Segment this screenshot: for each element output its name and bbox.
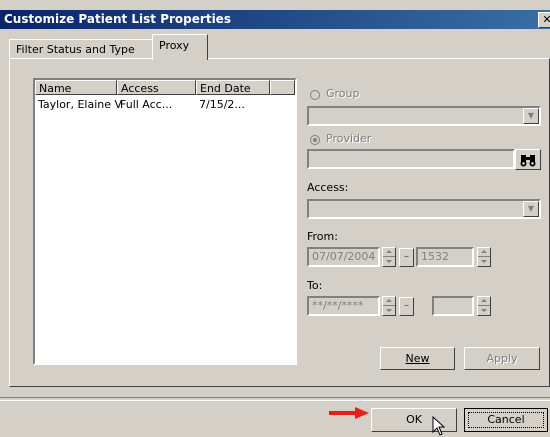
to-time-field[interactable]	[432, 296, 474, 316]
access-combo[interactable]: ▼	[307, 199, 541, 219]
from-time-field[interactable]: 1532	[416, 247, 474, 267]
provider-field[interactable]	[307, 149, 515, 169]
column-header-end-date[interactable]: End Date	[196, 80, 270, 95]
to-date-spinner[interactable]	[382, 296, 396, 316]
cell-end-date: 7/15/2...	[199, 98, 245, 111]
tab-label: Proxy	[159, 39, 190, 52]
new-button[interactable]: New	[380, 347, 455, 370]
apply-button-label: Apply	[486, 352, 518, 365]
column-header-access[interactable]: Access	[117, 80, 196, 95]
tab-filter-status-and-type[interactable]: Filter Status and Type	[9, 39, 154, 59]
from-date-field[interactable]: 07/07/2004	[307, 247, 380, 267]
find-provider-button[interactable]	[515, 149, 541, 170]
cell-name: Taylor, Elaine V	[38, 98, 123, 111]
close-icon: ✕	[542, 13, 550, 26]
from-time-value: 1532	[421, 250, 449, 263]
spin-down-icon	[386, 309, 392, 312]
column-header-empty[interactable]	[270, 80, 295, 95]
chevron-down-icon[interactable]: ▼	[523, 201, 539, 217]
tab-proxy[interactable]: Proxy	[152, 34, 208, 60]
access-label: Access:	[307, 181, 349, 194]
bottom-separator	[0, 397, 550, 401]
apply-button[interactable]: Apply	[464, 347, 540, 370]
ok-button-label: OK	[406, 413, 422, 426]
cancel-button[interactable]: Cancel	[464, 408, 548, 432]
window-title: Customize Patient List Properties	[4, 12, 231, 26]
minus-icon: –	[404, 300, 409, 311]
to-clear-button[interactable]: –	[399, 297, 414, 316]
spin-down-icon	[386, 260, 392, 263]
group-combo[interactable]: ▼	[307, 106, 541, 126]
provider-label: Provider	[326, 132, 372, 145]
mouse-cursor-icon	[432, 416, 446, 436]
new-button-label: New	[405, 352, 430, 365]
group-radio[interactable]	[310, 90, 320, 100]
binoculars-icon	[520, 155, 536, 167]
spin-up-icon	[386, 299, 392, 302]
from-time-spinner[interactable]	[477, 247, 491, 267]
chevron-down-icon[interactable]: ▼	[523, 108, 539, 124]
from-date-value: 07/07/2004	[312, 250, 376, 263]
proxy-list[interactable]: Name Access End Date Taylor, Elaine V Fu…	[33, 78, 297, 365]
to-date-field[interactable]: **/**/****	[307, 296, 380, 316]
from-date-spinner[interactable]	[382, 247, 396, 267]
focus-indicator	[468, 412, 544, 428]
from-clear-button[interactable]: –	[399, 248, 414, 267]
spin-up-icon	[481, 299, 487, 302]
list-header: Name Access End Date	[35, 80, 295, 96]
close-button[interactable]: ✕	[538, 12, 550, 28]
minus-icon: –	[404, 251, 409, 262]
cell-access: Full Acc...	[120, 98, 173, 111]
to-time-spinner[interactable]	[477, 296, 491, 316]
column-header-name[interactable]: Name	[35, 80, 117, 95]
spin-down-icon	[481, 309, 487, 312]
to-label: To:	[307, 279, 323, 292]
from-label: From:	[307, 230, 338, 243]
title-bar[interactable]: Customize Patient List Properties ✕	[0, 10, 550, 29]
group-label: Group	[326, 87, 360, 100]
red-arrow-icon	[329, 407, 369, 419]
spin-down-icon	[481, 260, 487, 263]
tab-label: Filter Status and Type	[16, 43, 135, 56]
to-date-value: **/**/****	[312, 299, 364, 312]
spin-up-icon	[481, 250, 487, 253]
customize-dialog: Customize Patient List Properties ✕ Filt…	[0, 0, 550, 437]
spin-up-icon	[386, 250, 392, 253]
provider-radio[interactable]	[310, 135, 320, 145]
